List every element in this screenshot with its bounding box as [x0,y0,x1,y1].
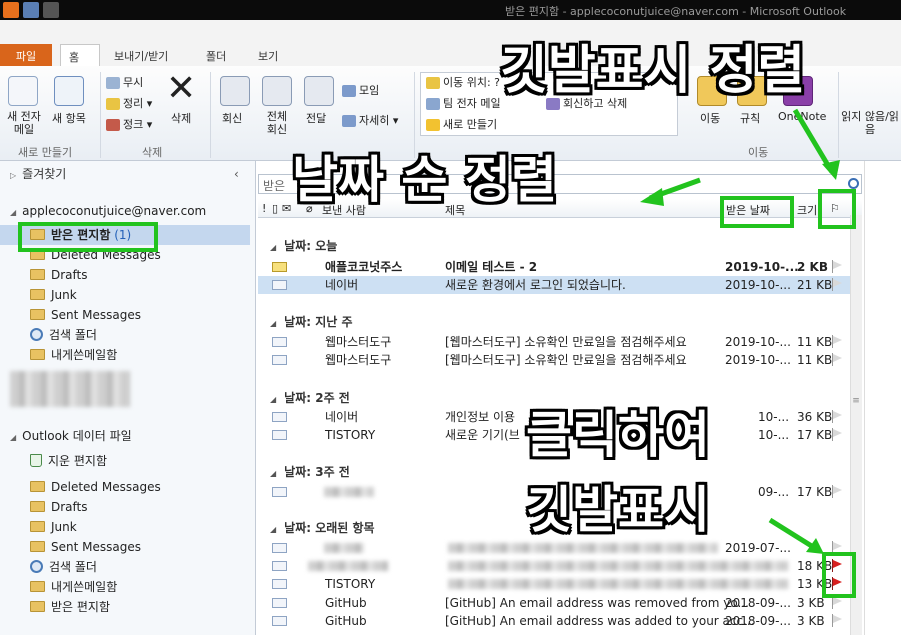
annotation-date-sort: 날짜 순 정렬 [292,151,557,209]
arrow-flag-sort [792,108,835,174]
annotation-click-flag-1: 클릭하여 [526,406,710,464]
annotation-click-flag-2: 깃발표시 [526,481,710,539]
arrowhead-date-sort [640,188,664,206]
annotation-flag-sort: 깃발표시 정렬 [500,41,806,101]
